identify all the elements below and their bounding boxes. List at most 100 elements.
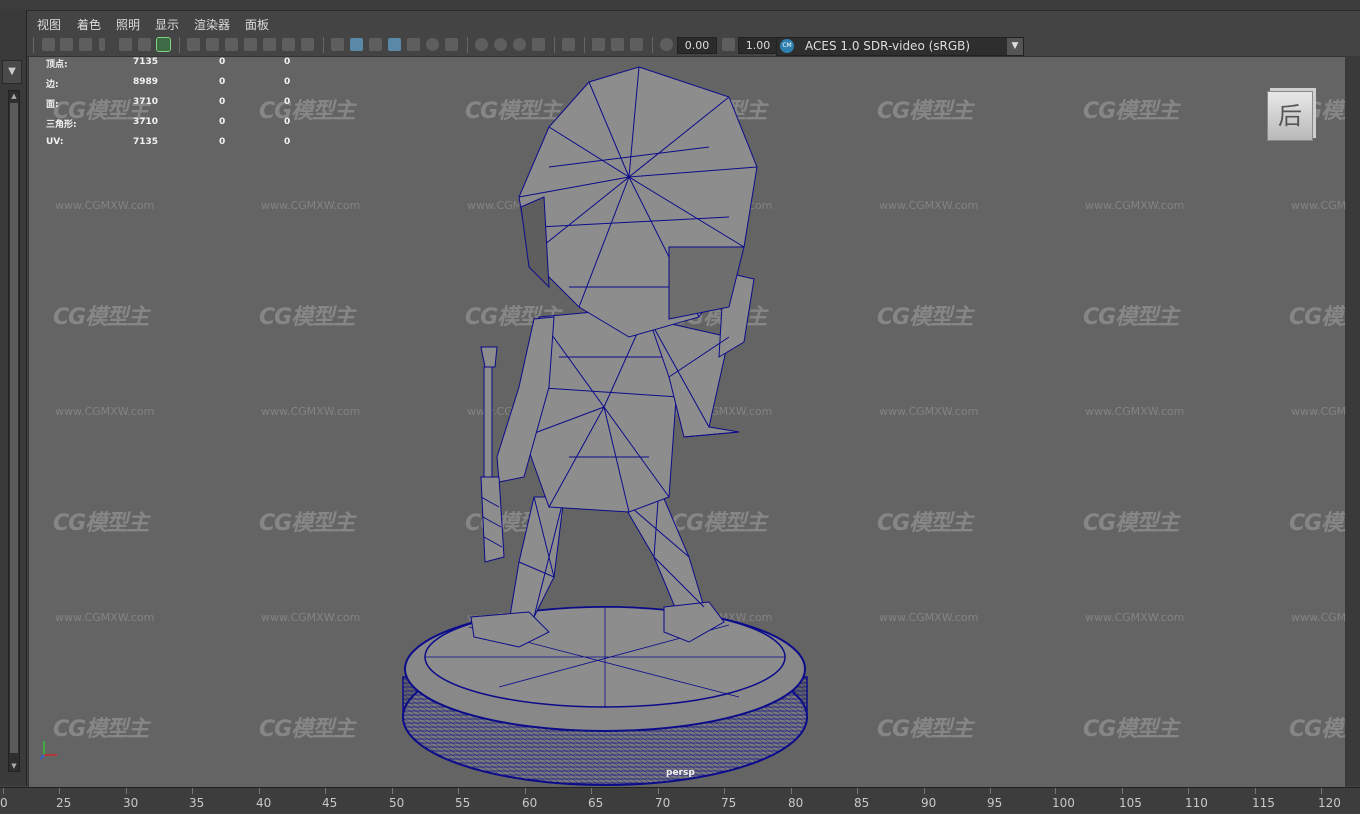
separator (179, 37, 180, 53)
timeline-tick-mark (791, 788, 792, 794)
safe-title-icon[interactable] (301, 38, 314, 51)
anti-aliasing-icon[interactable] (513, 38, 526, 51)
wireframe-icon[interactable] (331, 38, 344, 51)
timeline-tick-mark (1122, 788, 1123, 794)
timeline-tick-label: 95 (987, 796, 1003, 810)
separator (584, 37, 585, 53)
timeline-tick-mark (325, 788, 326, 794)
screen-space-ao-icon[interactable] (475, 38, 488, 51)
perspective-viewport[interactable]: 顶点: 7135 0 0 边: 8989 0 0 面: 3710 0 0 三角形… (28, 56, 1346, 788)
timeline-tick-mark (192, 788, 193, 794)
timeline-tick-label: 90 (921, 796, 937, 810)
bookmark-icon[interactable] (99, 38, 105, 51)
timeline-tick-label: 65 (588, 796, 604, 810)
timeline-tick-label: 50 (389, 796, 405, 810)
xray-icon[interactable] (592, 38, 605, 51)
menu-view[interactable]: 视图 (37, 16, 61, 33)
safe-action-icon[interactable] (282, 38, 295, 51)
separator (554, 37, 555, 53)
timeline-tick-mark (857, 788, 858, 794)
smooth-shade-icon[interactable] (350, 38, 363, 51)
field-chart-icon[interactable] (263, 38, 276, 51)
camera-attributes-icon[interactable] (60, 38, 73, 51)
timeline-tick-label: 80 (788, 796, 804, 810)
timeline-tick-label: 105 (1119, 796, 1142, 810)
film-gate-icon[interactable] (206, 38, 219, 51)
timeline-tick-mark (990, 788, 991, 794)
timeline-tick-label: 85 (854, 796, 870, 810)
left-panel: ▼ ▲ ▼ (0, 10, 27, 786)
scroll-up-icon[interactable]: ▲ (9, 91, 19, 101)
xray-joints-icon[interactable] (630, 38, 643, 51)
menu-lighting[interactable]: 照明 (116, 16, 140, 33)
time-slider[interactable]: 0 25 30 35 40 45 50 55 60 65 70 75 80 85 90 95 100 105 110… (0, 787, 1360, 814)
timeline-tick-mark (3, 788, 4, 794)
menu-shading[interactable]: 着色 (77, 16, 101, 33)
color-space-select[interactable]: CM ACES 1.0 SDR-video (sRGB) ▼ (776, 37, 1024, 56)
timeline-tick-mark (1321, 788, 1322, 794)
chevron-down-icon[interactable]: ▼ (1007, 38, 1023, 55)
resolution-gate-icon[interactable] (225, 38, 238, 51)
timeline-tick-label: 110 (1185, 796, 1208, 810)
timeline-tick-mark (1255, 788, 1256, 794)
xray-active-components-icon[interactable] (611, 38, 624, 51)
character-head (518, 66, 758, 338)
timeline-tick-mark (126, 788, 127, 794)
use-all-lights-icon[interactable] (426, 38, 439, 51)
axis-gizmo (39, 741, 57, 760)
camera-name-label: persp (666, 768, 695, 778)
timeline-tick-label: 115 (1252, 796, 1275, 810)
timeline-tick-mark (392, 788, 393, 794)
depth-of-field-icon[interactable] (532, 38, 545, 51)
default-material-icon[interactable] (369, 38, 382, 51)
scrollbar-thumb[interactable] (10, 103, 18, 753)
timeline-tick-label: 75 (721, 796, 737, 810)
timeline-tick-mark (924, 788, 925, 794)
menu-show[interactable]: 显示 (155, 16, 179, 33)
2d-pan-zoom-icon[interactable] (138, 38, 151, 51)
timeline-tick-mark (259, 788, 260, 794)
textured-icon[interactable] (407, 38, 420, 51)
top-strip (0, 0, 1360, 11)
separator (33, 37, 34, 53)
menu-renderer[interactable]: 渲染器 (194, 16, 230, 33)
color-management-icon[interactable]: CM (780, 39, 794, 53)
timeline-tick-label: 100 (1052, 796, 1075, 810)
viewport-toolbar: 0.00 1.00 (27, 34, 1360, 57)
exposure-icon[interactable] (660, 38, 673, 51)
timeline-tick-label: 45 (322, 796, 338, 810)
separator (323, 37, 324, 53)
right-scrollbar[interactable] (1345, 56, 1360, 786)
image-plane-icon[interactable] (119, 38, 132, 51)
character-model[interactable] (29, 57, 1345, 787)
grease-pencil-icon[interactable] (156, 37, 171, 52)
motion-blur-icon[interactable] (494, 38, 507, 51)
timeline-tick-label: 60 (522, 796, 538, 810)
timeline-tick-label: 25 (56, 796, 72, 810)
gamma-icon[interactable] (722, 38, 735, 51)
gate-mask-icon[interactable] (244, 38, 257, 51)
wireframe-on-shaded-icon[interactable] (388, 38, 401, 51)
separator (652, 37, 653, 53)
scroll-down-icon[interactable]: ▼ (9, 761, 19, 771)
chevron-down-icon[interactable]: ▼ (2, 60, 22, 84)
gamma-field[interactable]: 1.00 (738, 37, 778, 54)
timeline-tick-mark (591, 788, 592, 794)
select-camera-icon[interactable] (42, 38, 55, 51)
separator (467, 37, 468, 53)
bookmark-camera-icon[interactable] (79, 38, 92, 51)
timeline-tick-mark (658, 788, 659, 794)
menu-panels[interactable]: 面板 (245, 16, 269, 33)
left-scrollbar[interactable]: ▲ ▼ (8, 90, 20, 772)
grid-icon[interactable] (187, 38, 200, 51)
view-cube[interactable]: 后 (1267, 91, 1313, 141)
shadows-icon[interactable] (445, 38, 458, 51)
timeline-tick-label: 35 (189, 796, 205, 810)
isolate-select-icon[interactable] (562, 38, 575, 51)
timeline-tick-label: 120 (1318, 796, 1341, 810)
timeline-tick-label: 30 (123, 796, 139, 810)
timeline-tick-label: 55 (455, 796, 471, 810)
timeline-tick-mark (59, 788, 60, 794)
exposure-field[interactable]: 0.00 (677, 37, 717, 54)
timeline-tick-mark (525, 788, 526, 794)
